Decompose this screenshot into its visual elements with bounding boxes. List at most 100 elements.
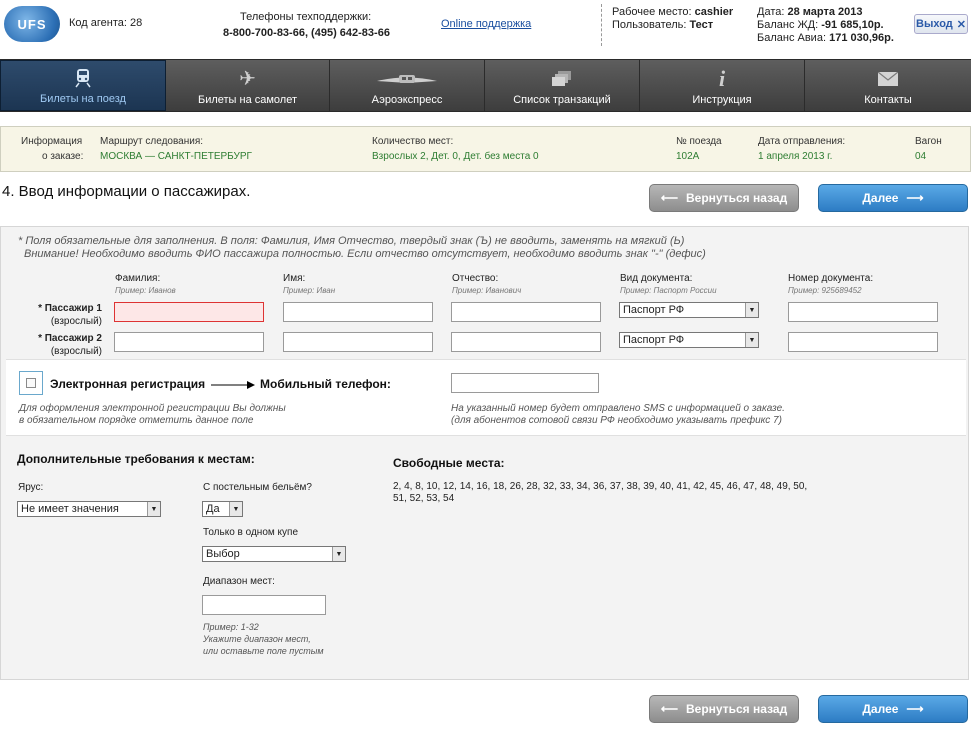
one-coupe-select[interactable]: Выбор ▼ xyxy=(202,546,346,562)
nav-item-instructions[interactable]: i Инструкция xyxy=(640,60,805,111)
agent-code: Код агента: 28 xyxy=(69,17,143,29)
ereg-note-right-2: (для абонентов сотовой связи РФ необходи… xyxy=(451,415,782,426)
name-example: Пример: Иван xyxy=(283,286,336,295)
attention-note: Внимание! Необходимо вводить ФИО пассажи… xyxy=(24,248,706,260)
ereg-note-right-1: На указанный номер будет отправлено SMS … xyxy=(451,403,785,414)
passenger-1-surname-input[interactable] xyxy=(114,302,264,322)
back-button-label: Вернуться назад xyxy=(686,191,788,205)
user-value: Тест xyxy=(689,19,714,31)
nav-item-aeroexpress[interactable]: Аэроэкспресс xyxy=(330,60,485,111)
seat-range-hint-1: Пример: 1-32 xyxy=(203,622,259,632)
next-button-bottom[interactable]: Далее ⟶ xyxy=(818,695,968,723)
free-seats-title: Свободные места: xyxy=(393,456,505,470)
seat-range-input[interactable] xyxy=(202,595,326,615)
departure-value: 1 апреля 2013 г. xyxy=(758,151,833,162)
surname-column-label: Фамилия: xyxy=(115,273,161,284)
balance-air-value: 171 030,96р. xyxy=(829,32,894,44)
next-button-label: Далее xyxy=(862,191,899,205)
date-value: 28 марта 2013 xyxy=(787,6,863,18)
seat-range-label: Диапазон мест: xyxy=(203,576,275,587)
close-icon: ✕ xyxy=(956,18,966,31)
next-button-top[interactable]: Далее ⟶ xyxy=(818,184,968,212)
arrow-left-icon: ⟵ xyxy=(660,191,679,205)
arrow-right-icon: ⟶ xyxy=(906,702,924,716)
chevron-down-icon: ▼ xyxy=(332,547,345,561)
logout-button[interactable]: Выход ✕ xyxy=(914,14,968,34)
passenger-1-label: * Пассажир 1 (взрослый) xyxy=(2,302,102,328)
passenger-2-document-number-input[interactable] xyxy=(788,332,938,352)
main-nav: Билеты на поезд ✈ Билеты на самолет Аэро… xyxy=(0,59,971,112)
passenger-2-name: * Пассажир 2 xyxy=(38,333,102,344)
seats-count-value: Взрослых 2, Дет. 0, Дет. без места 0 xyxy=(372,151,539,162)
header-divider xyxy=(601,4,602,46)
page-title: 4. Ввод информации о пассажирах. xyxy=(2,183,251,200)
train-number-value: 102А xyxy=(676,151,700,162)
passenger-2-type: (взрослый) xyxy=(50,346,102,357)
linen-value: Да xyxy=(206,503,220,515)
one-coupe-value: Выбор xyxy=(206,548,240,560)
nav-item-train-tickets[interactable]: Билеты на поезд xyxy=(0,60,166,111)
back-button-bottom[interactable]: ⟵ Вернуться назад xyxy=(649,695,799,723)
patronymic-example: Пример: Иванович xyxy=(452,286,522,295)
balance-rail: Баланс ЖД: -91 685,10р. xyxy=(757,19,884,31)
nav-label: Аэроэкспресс xyxy=(371,94,443,106)
name-column-label: Имя: xyxy=(283,273,306,284)
info-icon: i xyxy=(718,66,726,91)
transactions-icon xyxy=(552,68,572,90)
passenger-2-document-select[interactable]: Паспорт РФ ▼ xyxy=(619,332,759,348)
nav-item-contacts[interactable]: Контакты xyxy=(805,60,971,111)
back-button-label: Вернуться назад xyxy=(686,702,788,716)
passenger-1-document-number-input[interactable] xyxy=(788,302,938,322)
logo-text: UFS xyxy=(17,16,47,32)
nav-label: Инструкция xyxy=(692,94,752,106)
passenger-2-name-input[interactable] xyxy=(283,332,433,352)
workplace: Рабочее место: cashier xyxy=(612,6,733,18)
passenger-1-patronymic-input[interactable] xyxy=(451,302,601,322)
chevron-down-icon: ▼ xyxy=(745,303,758,317)
current-date: Дата: 28 марта 2013 xyxy=(757,6,863,18)
arrow-right-icon: ⟶ xyxy=(906,191,924,205)
document-number-example: Пример: 925689452 xyxy=(788,286,862,295)
passenger-1-name-input[interactable] xyxy=(283,302,433,322)
passenger-2-label: * Пассажир 2 (взрослый) xyxy=(2,332,102,358)
passenger-1-type: (взрослый) xyxy=(50,316,102,327)
order-info-bar xyxy=(0,126,971,172)
workplace-value: cashier xyxy=(694,6,734,18)
next-button-label: Далее xyxy=(862,702,899,716)
checkbox-square xyxy=(26,378,36,388)
online-support-link[interactable]: Online поддержка xyxy=(441,18,531,30)
back-button-top[interactable]: ⟵ Вернуться назад xyxy=(649,184,799,212)
passenger-1-document-select[interactable]: Паспорт РФ ▼ xyxy=(619,302,759,318)
user-label: Пользователь: xyxy=(612,19,687,31)
chevron-down-icon: ▼ xyxy=(745,333,758,347)
tier-select[interactable]: Не имеет значения ▼ xyxy=(17,501,161,517)
car-value: 04 xyxy=(915,151,927,162)
electronic-registration-checkbox[interactable] xyxy=(19,371,43,395)
seats-count-label: Количество мест: xyxy=(372,136,454,147)
passenger-1-document-value: Паспорт РФ xyxy=(623,304,685,316)
logout-label: Выход xyxy=(916,18,953,30)
passenger-2-patronymic-input[interactable] xyxy=(451,332,601,352)
balance-air-label: Баланс Авиа: xyxy=(757,32,827,44)
ufs-logo: UFS xyxy=(4,6,60,42)
nav-item-plane-tickets[interactable]: ✈ Билеты на самолет xyxy=(166,60,330,111)
document-type-example: Пример: Паспорт России xyxy=(620,286,717,295)
order-info-label-2: о заказе: xyxy=(42,151,84,162)
chevron-down-icon: ▼ xyxy=(229,502,242,516)
ereg-note-left-1: Для оформления электронной регистрации В… xyxy=(19,403,286,414)
nav-label: Билеты на поезд xyxy=(40,93,126,105)
workplace-label: Рабочее место: xyxy=(612,6,692,18)
plane-icon: ✈ xyxy=(239,68,256,90)
departure-label: Дата отправления: xyxy=(758,136,846,147)
support-label: Телефоны техподдержки: xyxy=(240,11,372,23)
nav-item-transactions[interactable]: Список транзакций xyxy=(485,60,640,111)
passenger-2-document-value: Паспорт РФ xyxy=(623,334,685,346)
mobile-phone-input[interactable] xyxy=(451,373,599,393)
patronymic-column-label: Отчество: xyxy=(452,273,499,284)
linen-select[interactable]: Да ▼ xyxy=(202,501,243,517)
requirements-title: Дополнительные требования к местам: xyxy=(17,452,255,466)
chevron-down-icon: ▼ xyxy=(147,502,160,516)
document-type-column-label: Вид документа: xyxy=(620,273,693,284)
seat-range-hint-3: или оставьте поле пустым xyxy=(203,646,324,656)
passenger-2-surname-input[interactable] xyxy=(114,332,264,352)
